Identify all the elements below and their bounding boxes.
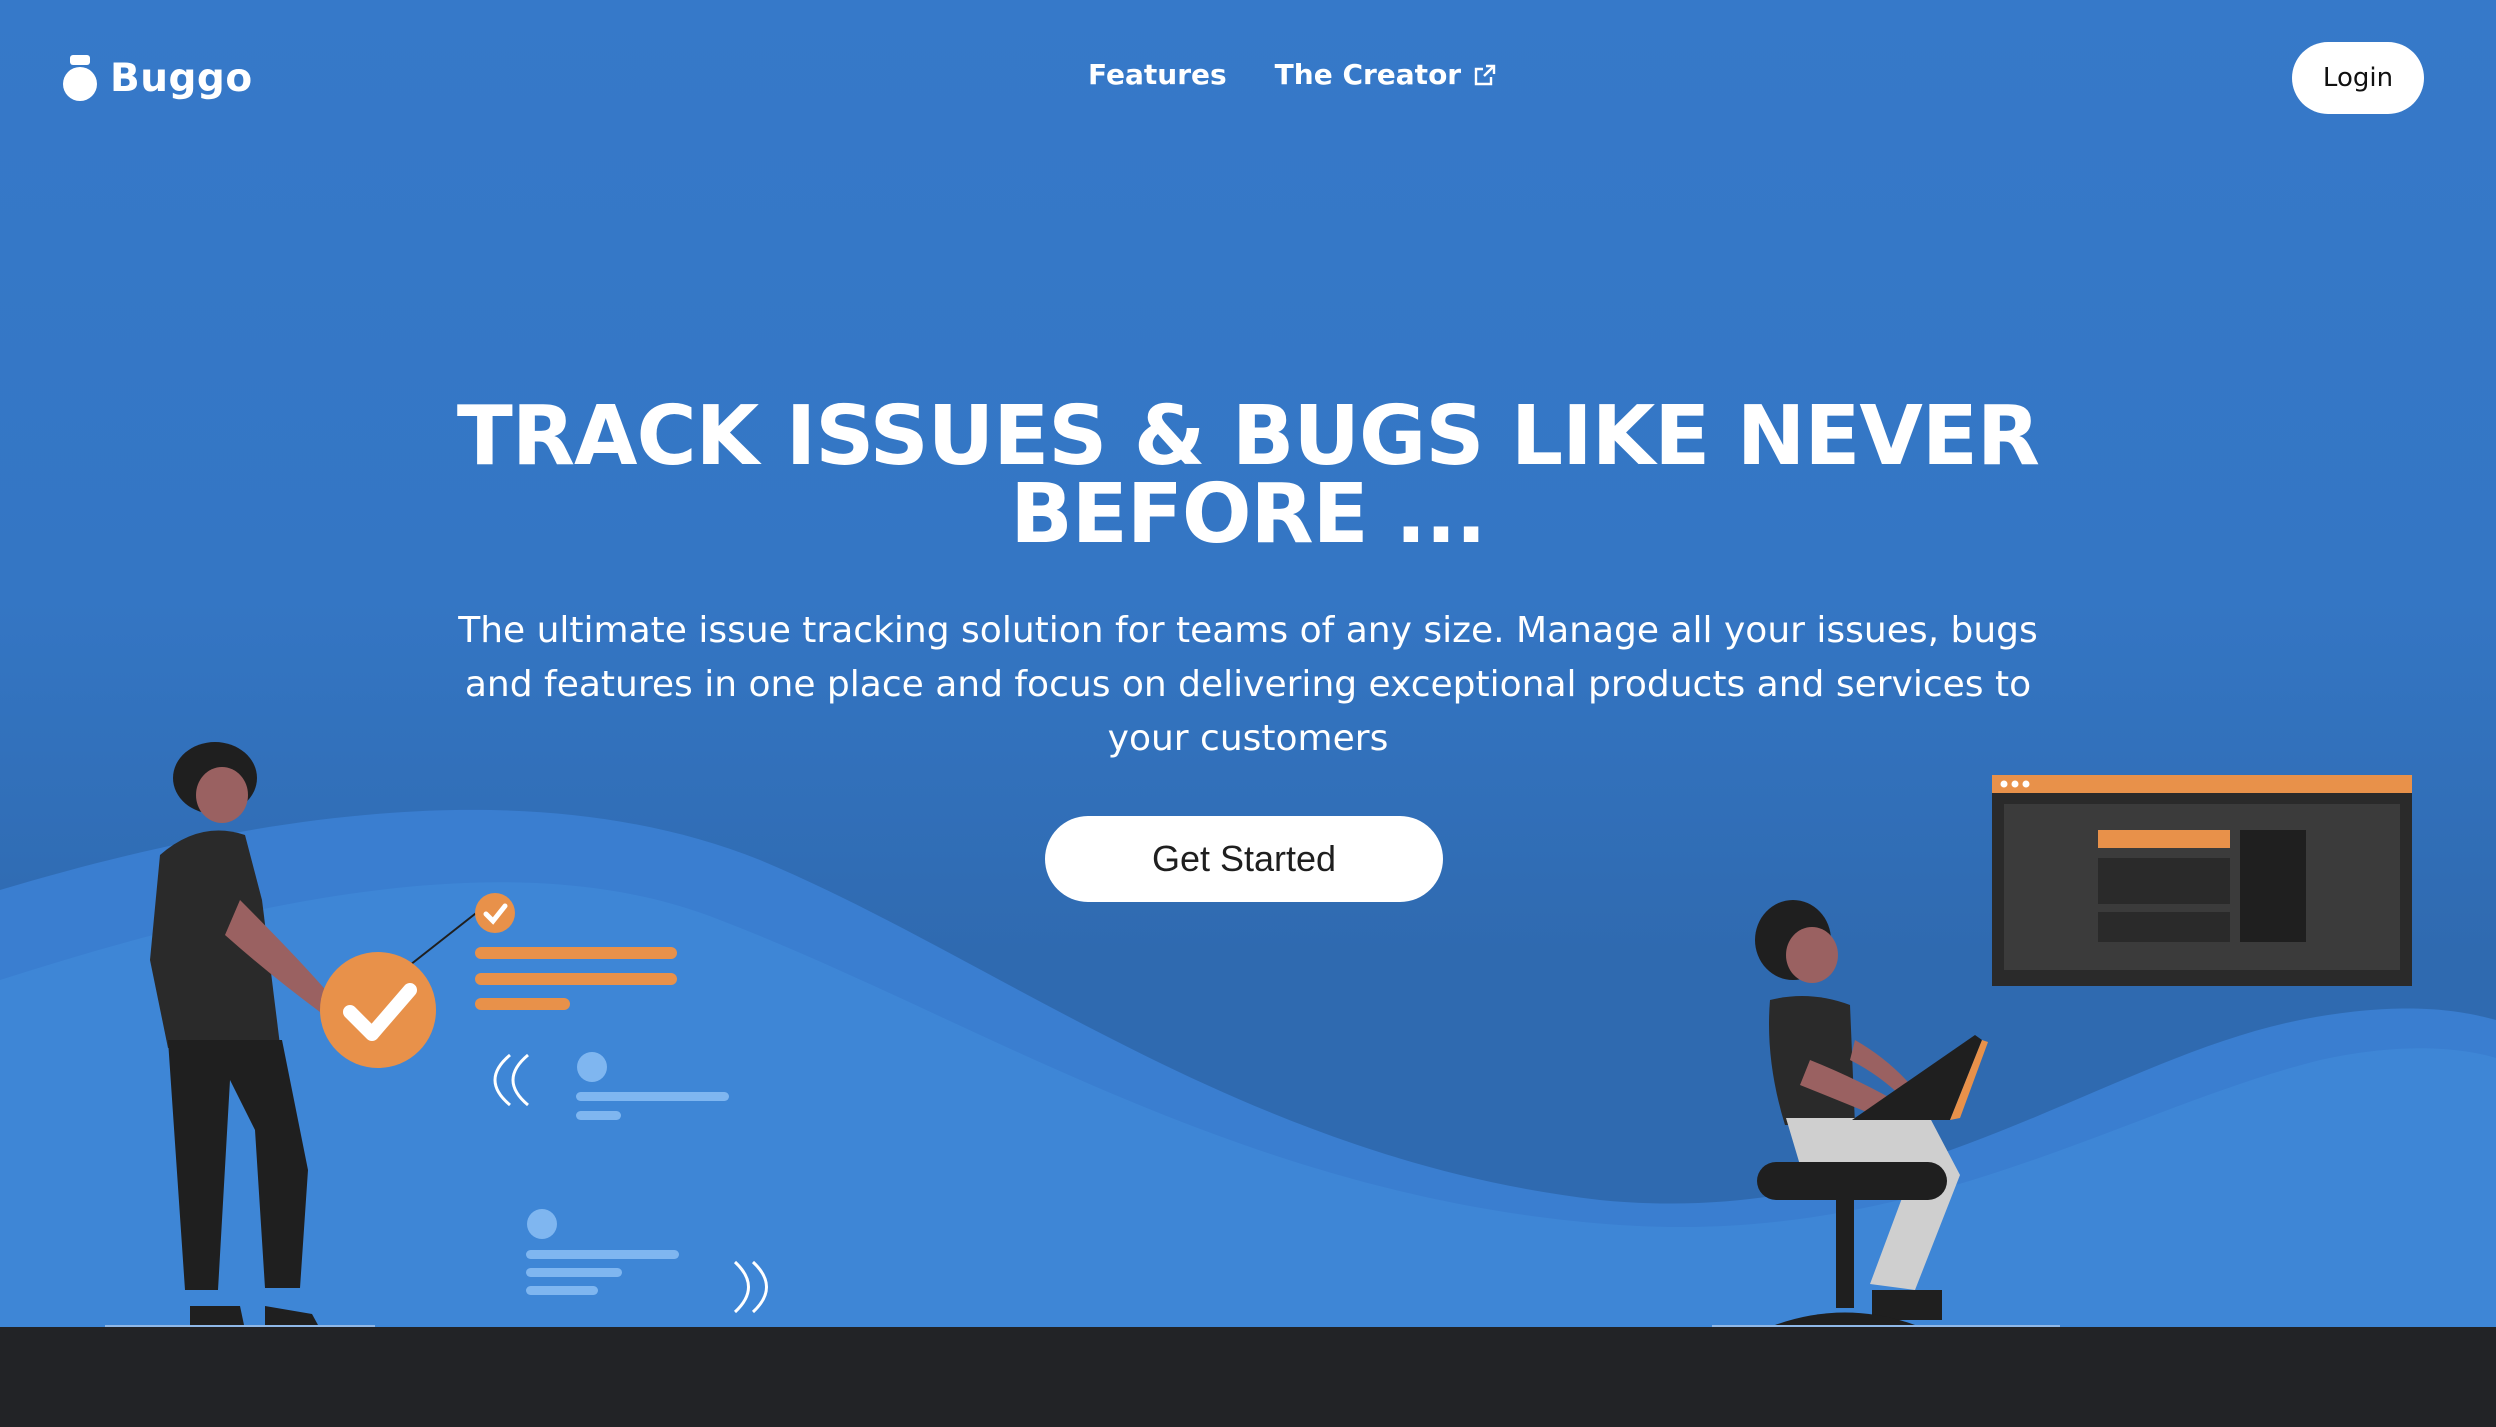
browser-window-illustration <box>1992 775 2412 986</box>
footer-band <box>0 1327 2496 1427</box>
hero-subtitle: The ultimate issue tracking solution for… <box>458 610 2038 759</box>
brand-name: Buggo <box>110 55 253 101</box>
nav-link-features[interactable]: Features <box>1088 58 1227 91</box>
login-button[interactable]: Login <box>2292 42 2424 114</box>
nav-link-the-creator[interactable]: The Creator <box>1275 58 1497 91</box>
hero-title: TRACK ISSUES & BUGS LIKE NEVER BEFORE ..… <box>448 396 2048 556</box>
check-circle-small-icon <box>475 893 515 933</box>
nav-link-label: The Creator <box>1274 58 1462 91</box>
bug-jar-icon <box>63 55 97 101</box>
external-link-icon <box>1474 64 1496 85</box>
main-nav: Features The Creator <box>1088 58 1497 91</box>
nav-link-label: Features <box>1088 58 1227 91</box>
get-started-button[interactable]: Get Started <box>1045 816 1443 902</box>
hero-title-line-2: BEFORE ... <box>1010 467 1486 562</box>
check-circle-large-icon <box>320 952 436 1068</box>
brand-logo[interactable]: Buggo <box>62 52 253 104</box>
